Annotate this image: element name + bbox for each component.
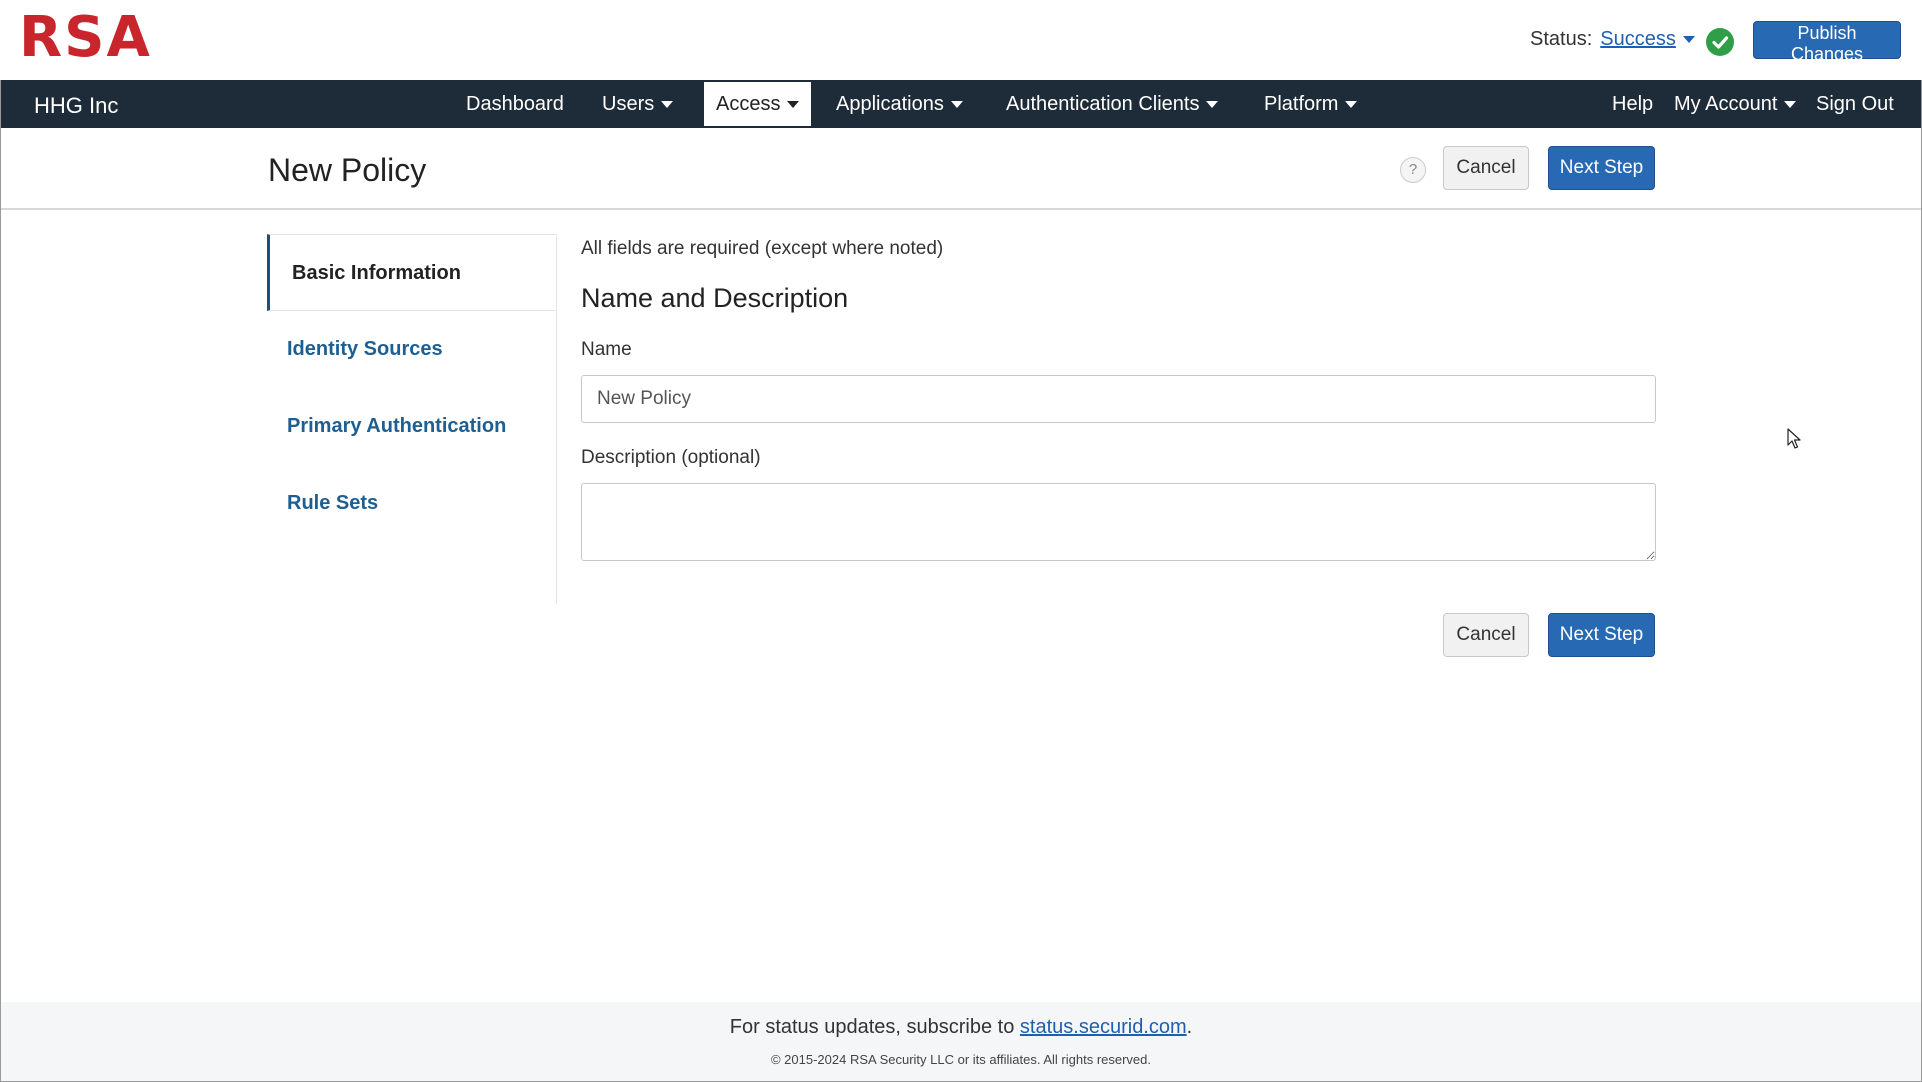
- nav-item-label: Authentication Clients: [1006, 93, 1200, 115]
- step-identity-sources[interactable]: Identity Sources: [267, 311, 555, 388]
- publish-changes-button[interactable]: Publish Changes: [1753, 21, 1901, 64]
- required-fields-note: All fields are required (except where no…: [581, 238, 944, 259]
- page-title: New Policy: [268, 152, 427, 188]
- chevron-down-icon: [1345, 101, 1358, 109]
- help-icon[interactable]: ?: [1400, 157, 1426, 183]
- step-primary-authentication[interactable]: Primary Authentication: [267, 388, 555, 465]
- nav-item-dashboard[interactable]: Dashboard: [466, 80, 564, 128]
- description-textarea[interactable]: [581, 483, 1656, 561]
- copyright-text: © 2015-2024 RSA Security LLC or its affi…: [770, 1052, 1152, 1067]
- main-navbar: HHG Inc Dashboard Users Access Applicati…: [1, 80, 1921, 128]
- chevron-down-icon: [661, 101, 674, 109]
- rsa-logo[interactable]: RSA: [19, 10, 152, 66]
- nav-item-platform[interactable]: Platform: [1264, 80, 1358, 128]
- description-label: Description (optional): [581, 447, 761, 468]
- chevron-down-icon: [1784, 101, 1797, 109]
- name-input[interactable]: [581, 375, 1656, 423]
- chevron-down-icon: [1682, 36, 1695, 44]
- status-value: Success: [1600, 28, 1676, 50]
- page-footer: For status updates, subscribe to status.…: [1, 1002, 1921, 1081]
- cancel-button-top[interactable]: Cancel: [1443, 146, 1529, 190]
- footer-suffix: .: [1186, 1016, 1193, 1038]
- nav-item-label: Applications: [836, 93, 944, 115]
- nav-item-label: My Account: [1674, 93, 1778, 115]
- cancel-button-bottom[interactable]: Cancel: [1443, 613, 1529, 657]
- status-dropdown[interactable]: Success: [1600, 28, 1695, 51]
- wizard-steps-nav: Basic Information Identity Sources Prima…: [267, 234, 557, 604]
- nav-item-sign-out[interactable]: Sign Out: [1816, 80, 1894, 128]
- step-label: Primary Authentication: [287, 415, 507, 437]
- nav-item-label: Help: [1612, 93, 1654, 115]
- nav-item-users[interactable]: Users: [602, 80, 674, 128]
- step-label: Basic Information: [292, 262, 461, 284]
- nav-item-applications[interactable]: Applications: [836, 80, 963, 128]
- next-step-button-bottom[interactable]: Next Step: [1548, 613, 1655, 657]
- tenant-name: HHG Inc: [34, 93, 119, 118]
- step-basic-information[interactable]: Basic Information: [267, 234, 555, 311]
- chevron-down-icon: [1206, 101, 1219, 109]
- footer-prefix: For status updates, subscribe to: [729, 1016, 1020, 1038]
- status-label: Status:: [1530, 28, 1593, 50]
- name-label: Name: [581, 339, 632, 360]
- nav-item-authentication-clients[interactable]: Authentication Clients: [1006, 80, 1219, 128]
- nav-item-my-account[interactable]: My Account: [1674, 80, 1797, 128]
- next-step-button-top[interactable]: Next Step: [1548, 146, 1655, 190]
- status-site-link[interactable]: status.securid.com: [1020, 1016, 1187, 1038]
- step-label: Rule Sets: [287, 492, 379, 514]
- status-indicator: Status: Success: [1530, 28, 1695, 51]
- nav-item-label: Access: [716, 93, 781, 115]
- nav-item-label: Dashboard: [466, 93, 564, 115]
- section-title: Name and Description: [581, 283, 849, 313]
- nav-item-access[interactable]: Access: [704, 82, 812, 126]
- chevron-down-icon: [950, 101, 963, 109]
- step-label: Identity Sources: [287, 338, 443, 360]
- step-rule-sets[interactable]: Rule Sets: [267, 465, 555, 542]
- nav-item-label: Platform: [1264, 93, 1339, 115]
- chevron-down-icon: [787, 101, 800, 109]
- page-header: New Policy ? Cancel Next Step: [1, 128, 1921, 210]
- mouse-pointer-icon: [1787, 428, 1801, 455]
- nav-item-label: Sign Out: [1816, 93, 1894, 115]
- status-subscribe-note: For status updates, subscribe to status.…: [1, 1016, 1921, 1039]
- top-header: RSA Status: Success Publish Changes: [0, 0, 1922, 80]
- nav-item-help[interactable]: Help: [1612, 80, 1653, 128]
- nav-item-label: Users: [602, 93, 655, 115]
- success-check-icon: [1706, 28, 1734, 56]
